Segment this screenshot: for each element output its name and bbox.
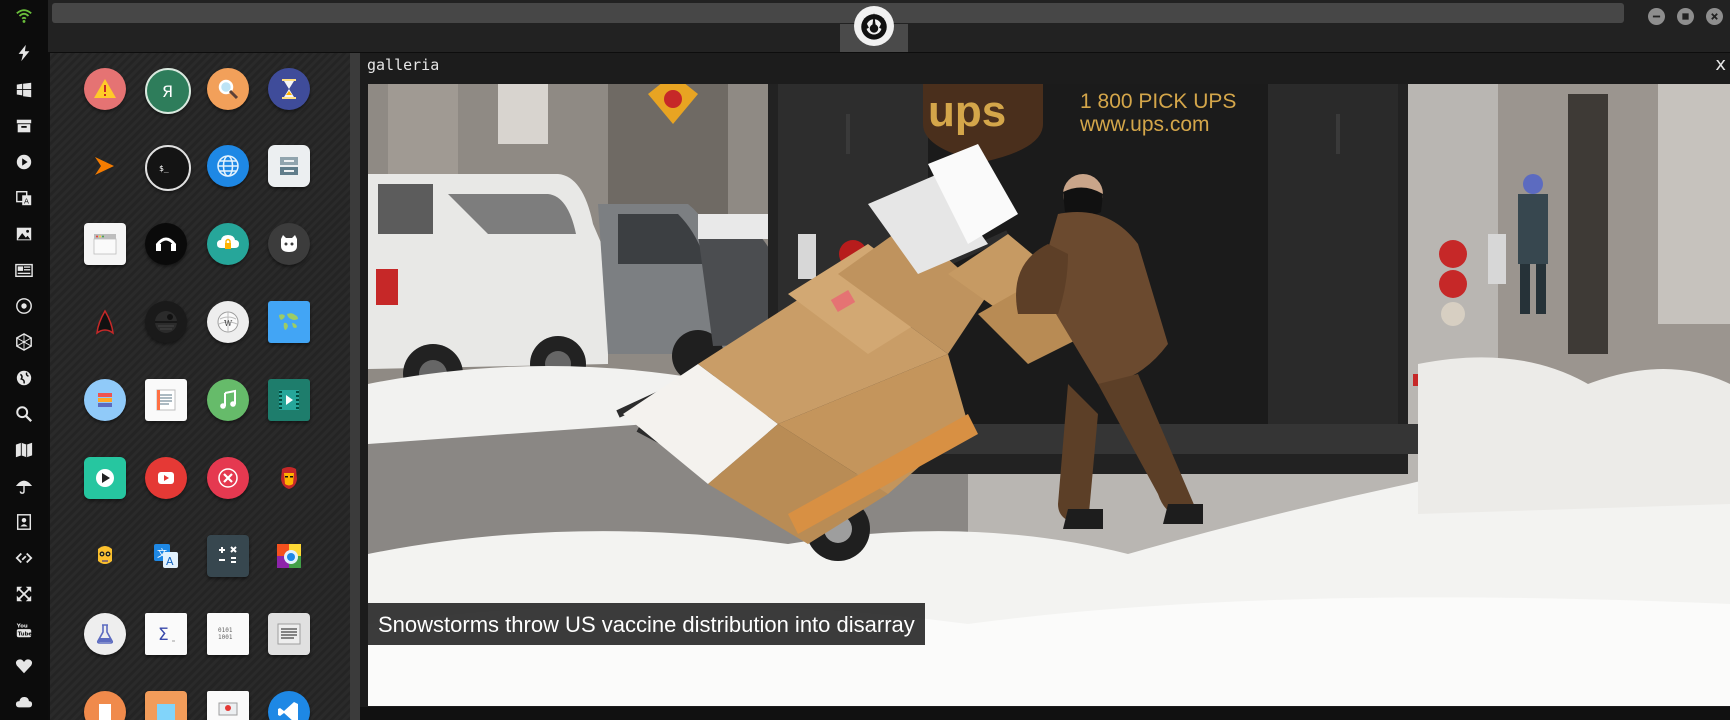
math-app-icon[interactable]: Σ <box>145 613 187 655</box>
svg-text:$_: $_ <box>159 164 169 173</box>
search-icon[interactable] <box>12 402 36 426</box>
play-store-app-icon[interactable] <box>84 457 126 499</box>
translate-app-icon[interactable]: 文A <box>145 535 187 577</box>
picture-app-icon[interactable] <box>145 691 187 720</box>
map-icon[interactable] <box>12 438 36 462</box>
binary-app-icon[interactable]: 0101 1001 <box>207 613 249 655</box>
close-window-button[interactable] <box>1706 8 1723 25</box>
globe-icon[interactable] <box>12 366 36 390</box>
wifi-icon[interactable] <box>12 4 36 28</box>
notes-app-icon[interactable] <box>145 379 187 421</box>
cloud-icon[interactable] <box>12 690 36 714</box>
calculator-app-icon[interactable] <box>207 535 249 577</box>
ups-logo-text: ups <box>928 87 1006 136</box>
youtube-icon[interactable]: You Tube <box>12 618 36 642</box>
minimize-button[interactable] <box>1648 8 1665 25</box>
music-app-icon[interactable] <box>207 379 249 421</box>
status-strip <box>360 707 1730 720</box>
umbrella-icon[interactable] <box>12 474 36 498</box>
svg-text:A: A <box>24 196 29 205</box>
svg-text:1001: 1001 <box>218 634 233 641</box>
svg-text:A: A <box>166 555 174 568</box>
archive-icon[interactable] <box>12 114 36 138</box>
cloud-lock-app-icon[interactable] <box>207 223 249 265</box>
search-app-icon[interactable] <box>207 68 249 110</box>
news-icon[interactable] <box>12 258 36 282</box>
document-app-icon[interactable] <box>84 691 126 720</box>
minimize-icon <box>1652 15 1661 18</box>
svg-text:0101: 0101 <box>218 627 233 634</box>
svg-text:W: W <box>224 319 233 328</box>
rebel-icon[interactable] <box>12 294 36 318</box>
code-icon[interactable] <box>12 546 36 570</box>
windows-icon[interactable] <box>12 78 36 102</box>
gallery-window: galleria x ups 1 800 PICK UPS www.ups.co… <box>360 53 1730 720</box>
terminal-app-icon[interactable]: $_ <box>145 145 191 191</box>
photos-app-icon[interactable] <box>268 535 310 577</box>
app-launcher-grid: Я $_ W 文 A Σ 0101 1001 <box>50 53 350 720</box>
github-app-icon[interactable] <box>268 223 310 265</box>
window-title: galleria <box>367 56 440 74</box>
ups-url-text: www.ups.com <box>1079 113 1210 136</box>
window-app-icon[interactable] <box>84 223 126 265</box>
launcher-dock: A You Tube <box>0 0 48 720</box>
video-player-app-icon[interactable] <box>145 457 187 499</box>
star-trek-app-icon[interactable] <box>84 301 126 343</box>
text-app-icon[interactable] <box>268 613 310 655</box>
iron-man-app-icon[interactable] <box>268 457 310 499</box>
cancel-app-icon[interactable] <box>207 457 249 499</box>
contacts-icon[interactable] <box>12 510 36 534</box>
yandex-app-icon[interactable]: Я <box>145 68 191 114</box>
bolt-icon[interactable] <box>12 41 36 65</box>
image-icon[interactable] <box>12 222 36 246</box>
expand-icon[interactable] <box>12 582 36 606</box>
browser-globe-app-icon[interactable] <box>207 145 249 187</box>
sublime-app-icon[interactable] <box>84 145 126 187</box>
rebel-alliance-logo-icon[interactable] <box>854 6 894 46</box>
maximize-icon <box>1682 13 1689 20</box>
lab-app-icon[interactable] <box>84 613 126 655</box>
hexagon-icon[interactable] <box>12 330 36 354</box>
close-icon <box>1711 13 1718 20</box>
c3po-app-icon[interactable] <box>84 535 126 577</box>
death-star-app-icon[interactable] <box>145 301 187 343</box>
photo-caption: Snowstorms throw US vaccine distribution… <box>368 603 925 645</box>
svg-text:Tube: Tube <box>18 631 33 637</box>
svg-text:Σ: Σ <box>158 625 169 645</box>
maximize-button[interactable] <box>1677 8 1694 25</box>
gallery-close-button[interactable]: x <box>1715 54 1726 76</box>
svg-text:You: You <box>16 623 28 629</box>
drive-app-icon[interactable] <box>268 145 310 187</box>
world-map-app-icon[interactable] <box>268 301 310 343</box>
hourglass-app-icon[interactable] <box>268 68 310 110</box>
vscode-app-icon[interactable] <box>268 691 310 720</box>
wikipedia-app-icon[interactable]: W <box>207 301 249 343</box>
slides-app-icon[interactable] <box>207 691 249 720</box>
headphones-app-icon[interactable] <box>145 223 187 265</box>
video-app-icon[interactable] <box>268 379 310 421</box>
address-bar[interactable] <box>52 3 1624 23</box>
svg-text:Я: Я <box>162 82 173 101</box>
heart-icon[interactable] <box>12 654 36 678</box>
library-app-icon[interactable] <box>84 379 126 421</box>
play-icon[interactable] <box>12 150 36 174</box>
warning-app-icon[interactable] <box>84 68 126 110</box>
ups-phone-text: 1 800 PICK UPS <box>1080 90 1236 113</box>
translate-icon[interactable]: A <box>12 186 36 210</box>
panel-divider[interactable] <box>350 53 360 720</box>
